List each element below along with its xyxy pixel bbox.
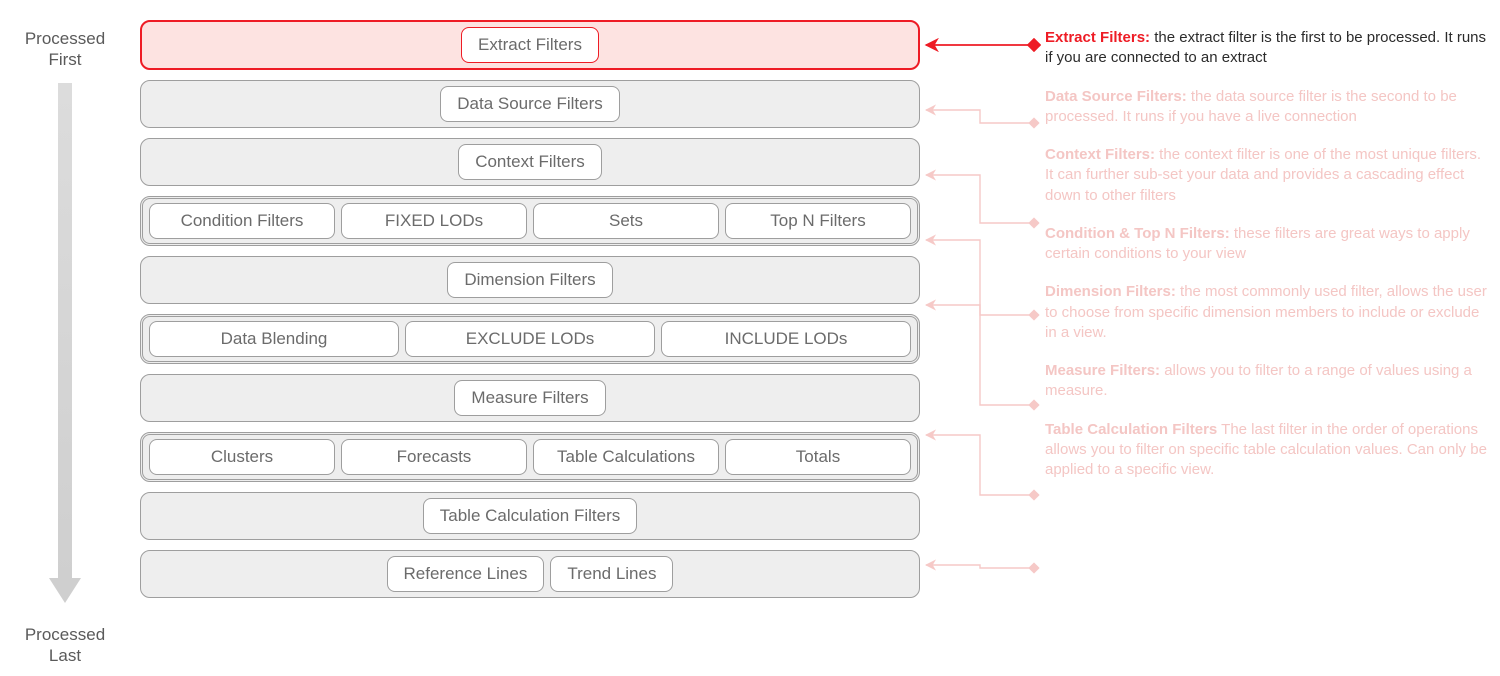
pill-condition-filters: Condition Filters [149,203,335,239]
row-measure: Measure Filters [140,374,920,422]
pill-clusters: Clusters [149,439,335,475]
connector-line [926,305,1034,405]
row-blend: Data BlendingEXCLUDE LODsINCLUDE LODs [140,314,920,364]
row-tablecalc: Table Calculation Filters [140,492,920,540]
connector-line [926,175,1034,223]
pill-top-n-filters: Top N Filters [725,203,911,239]
row-cond: Condition FiltersFIXED LODsSetsTop N Fil… [140,196,920,246]
pill-context-filters: Context Filters [458,144,602,180]
note-table-calculation-filters: Table Calculation Filters The last filte… [1045,420,1490,481]
pill-dimension-filters: Dimension Filters [447,262,612,298]
pill-measure-filters: Measure Filters [454,380,605,416]
connector-line [926,110,1034,123]
pill-sets: Sets [533,203,719,239]
note-condition-top-n-filters: Condition & Top N Filters: these filters… [1045,224,1490,265]
note-context-filters: Context Filters: the context filter is o… [1045,145,1490,206]
connector-line [926,435,1034,495]
note-title: Table Calculation Filters [1045,421,1217,438]
pill-totals: Totals [725,439,911,475]
axis-arrow-down-icon [45,83,85,604]
note-title: Measure Filters: [1045,362,1160,379]
processing-order-axis: ProcessedFirst ProcessedLast [0,0,130,676]
pill-fixed-lods: FIXED LODs [341,203,527,239]
pill-table-calculation-filters: Table Calculation Filters [423,498,637,534]
row-ref: Reference LinesTrend Lines [140,550,920,598]
pill-forecasts: Forecasts [341,439,527,475]
row-context: Context Filters [140,138,920,186]
note-data-source-filters: Data Source Filters: the data source fil… [1045,87,1490,128]
connector-line [926,565,1034,568]
row-clusters: ClustersForecastsTable CalculationsTotal… [140,432,920,482]
pill-trend-lines: Trend Lines [550,556,673,592]
note-measure-filters: Measure Filters: allows you to filter to… [1045,361,1490,402]
note-title: Context Filters: [1045,146,1155,163]
row-datasource: Data Source Filters [140,80,920,128]
pill-reference-lines: Reference Lines [387,556,545,592]
note-dimension-filters: Dimension Filters: the most commonly use… [1045,282,1490,343]
pill-data-source-filters: Data Source Filters [440,86,620,122]
axis-label-top: ProcessedFirst [25,28,105,71]
axis-label-bottom: ProcessedLast [25,624,105,667]
note-extract-filters: Extract Filters: the extract filter is t… [1045,28,1490,69]
note-title: Data Source Filters: [1045,88,1187,105]
filter-notes-column: Extract Filters: the extract filter is t… [1045,28,1490,498]
note-title: Condition & Top N Filters: [1045,225,1230,242]
pill-data-blending: Data Blending [149,321,399,357]
note-title: Extract Filters: [1045,29,1150,46]
filter-order-stack: Extract Filters Data Source Filters Contex… [140,20,920,598]
row-dimension: Dimension Filters [140,256,920,304]
connector-line [926,240,1034,315]
note-title: Dimension Filters: [1045,283,1176,300]
pill-extract-filters: Extract Filters [461,27,599,63]
pill-table-calculations: Table Calculations [533,439,719,475]
pill-exclude-lods: EXCLUDE LODs [405,321,655,357]
pill-include-lods: INCLUDE LODs [661,321,911,357]
row-extract: Extract Filters [140,20,920,70]
